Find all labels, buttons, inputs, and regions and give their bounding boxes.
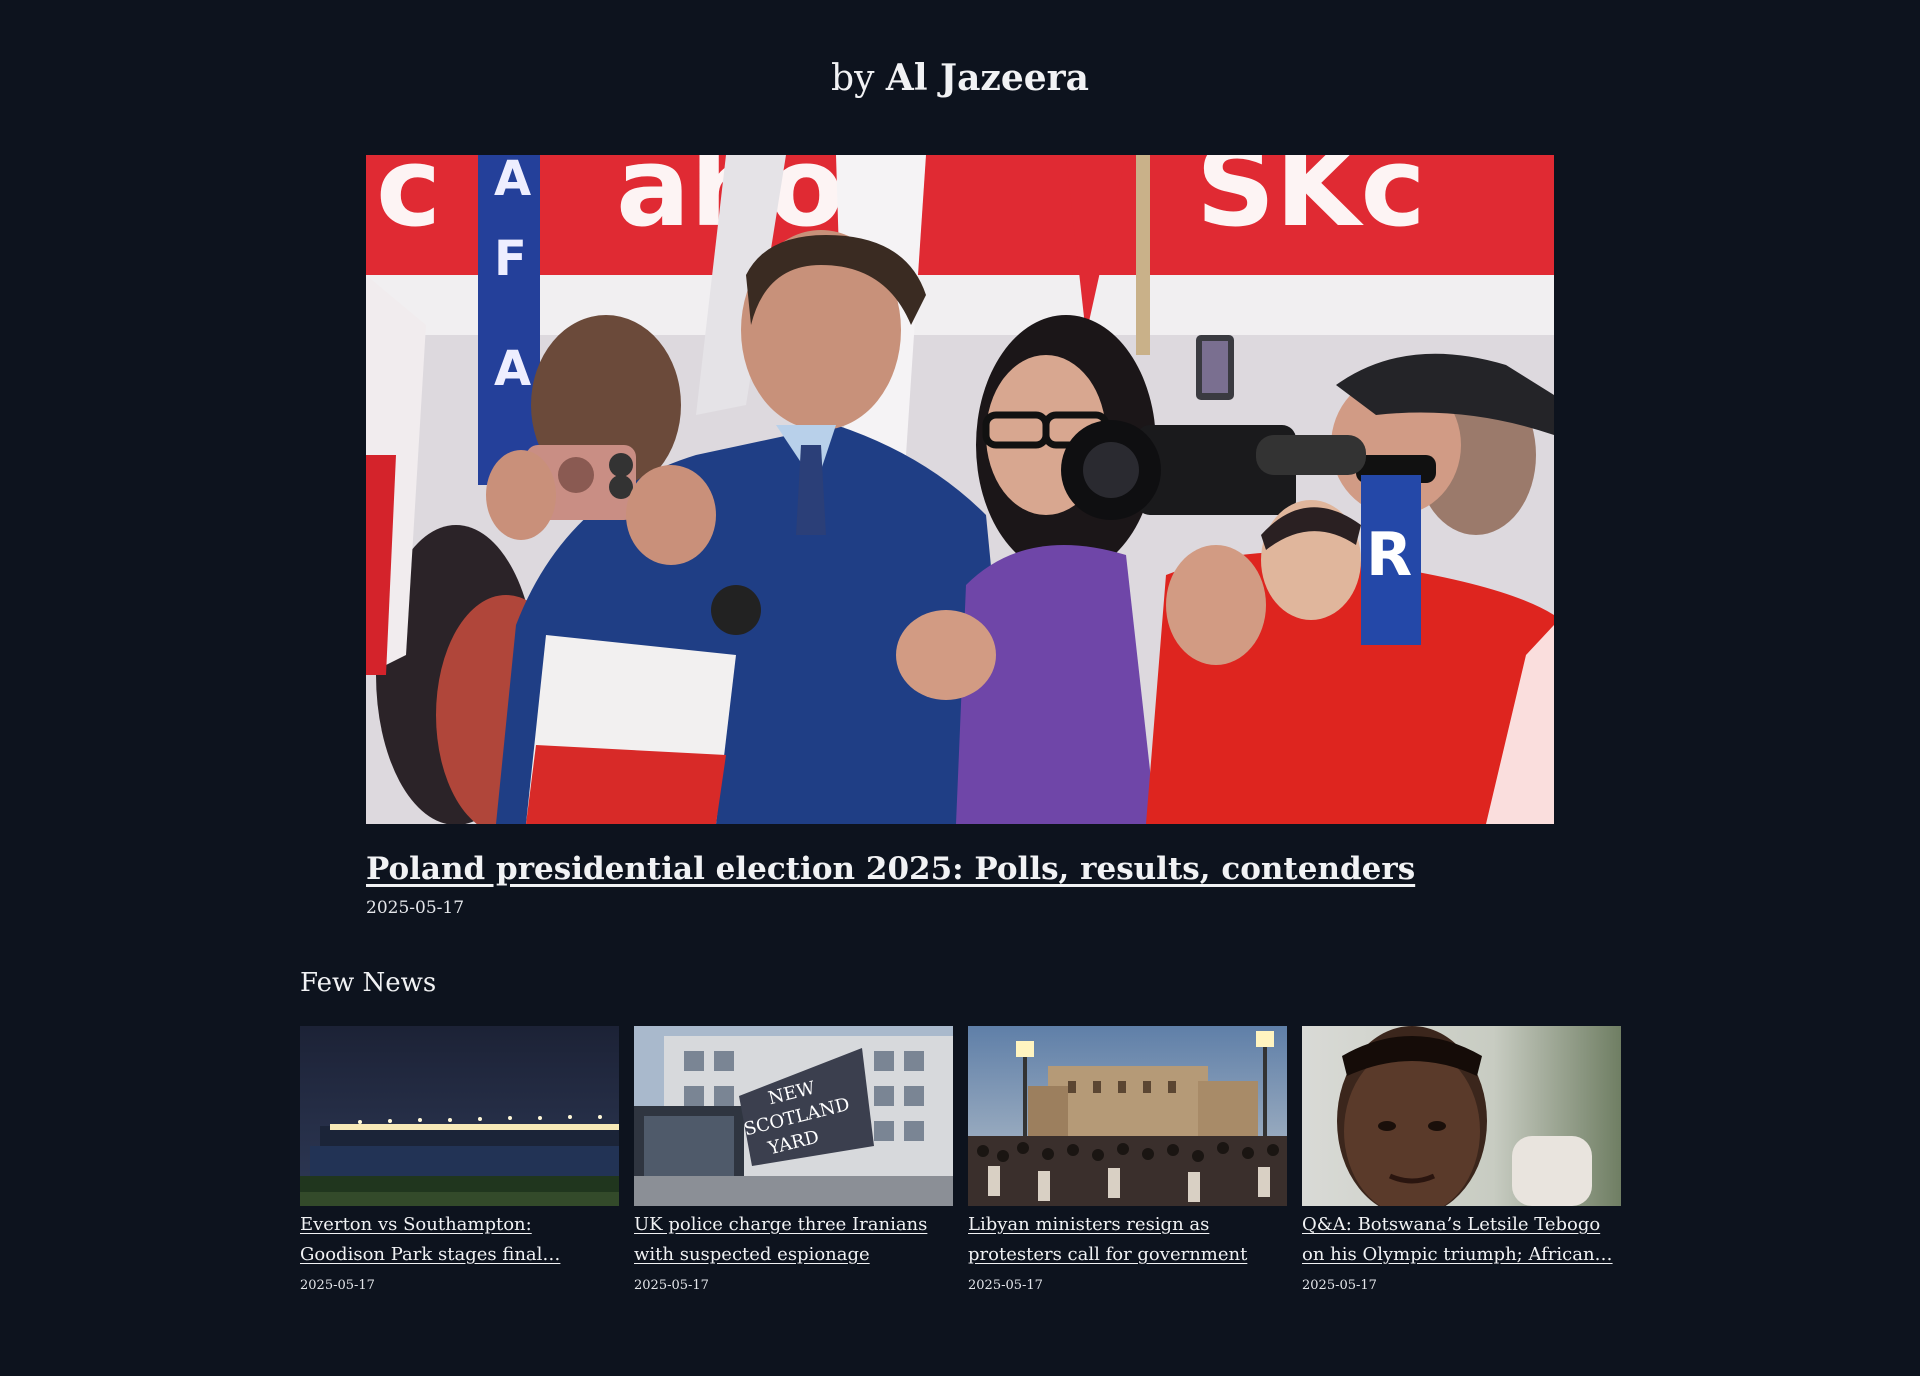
page: by Al Jazeera c aho SKc A F A [0, 0, 1920, 1376]
news-card-title[interactable]: Libyan ministers resign as protesters ca… [968, 1210, 1287, 1270]
news-card-thumbnail[interactable]: NEW SCOTLAND YARD [634, 1026, 953, 1206]
scotland-yard-photo: NEW SCOTLAND YARD [634, 1026, 953, 1206]
news-card: NEW SCOTLAND YARD UK police charge three… [634, 1026, 953, 1296]
protest-photo [968, 1026, 1287, 1206]
svg-text:SKc: SKc [1196, 155, 1426, 251]
svg-text:A: A [494, 341, 531, 397]
news-card-thumbnail[interactable] [968, 1026, 1287, 1206]
news-card: Q&A: Botswana’s Letsile Tebogo on his Ol… [1302, 1026, 1621, 1296]
svg-text:F: F [494, 231, 527, 287]
news-card: Libyan ministers resign as protesters ca… [968, 1026, 1287, 1296]
featured-article-title[interactable]: Poland presidential election 2025: Polls… [366, 848, 1415, 890]
news-card-thumbnail[interactable] [1302, 1026, 1621, 1206]
featured-article: c aho SKc A F A [366, 155, 1554, 920]
byline-author: Al Jazeera [885, 57, 1089, 99]
svg-text:A: A [494, 155, 531, 207]
section-heading: Few News [300, 968, 437, 998]
byline: by Al Jazeera [0, 48, 1920, 109]
news-card-date: 2025-05-17 [634, 1278, 709, 1293]
news-card-title[interactable]: UK police charge three Iranians with sus… [634, 1210, 953, 1270]
news-card-list: Everton vs Southampton: Goodison Park st… [300, 1026, 1621, 1296]
news-card-title[interactable]: Everton vs Southampton: Goodison Park st… [300, 1210, 619, 1270]
stadium-photo [300, 1026, 619, 1206]
news-card-title[interactable]: Q&A: Botswana’s Letsile Tebogo on his Ol… [1302, 1210, 1621, 1270]
portrait-photo [1302, 1026, 1621, 1206]
svg-text:R: R [1366, 520, 1412, 590]
news-card-date: 2025-05-17 [968, 1278, 1043, 1293]
featured-image[interactable]: c aho SKc A F A [366, 155, 1554, 824]
byline-prefix: by [831, 58, 875, 99]
news-card-date: 2025-05-17 [300, 1278, 375, 1293]
news-card: Everton vs Southampton: Goodison Park st… [300, 1026, 619, 1296]
news-card-date: 2025-05-17 [1302, 1278, 1377, 1293]
featured-photo: c aho SKc A F A [366, 155, 1554, 824]
featured-article-date: 2025-05-17 [366, 898, 465, 918]
svg-text:c: c [376, 155, 441, 251]
news-card-thumbnail[interactable] [300, 1026, 619, 1206]
